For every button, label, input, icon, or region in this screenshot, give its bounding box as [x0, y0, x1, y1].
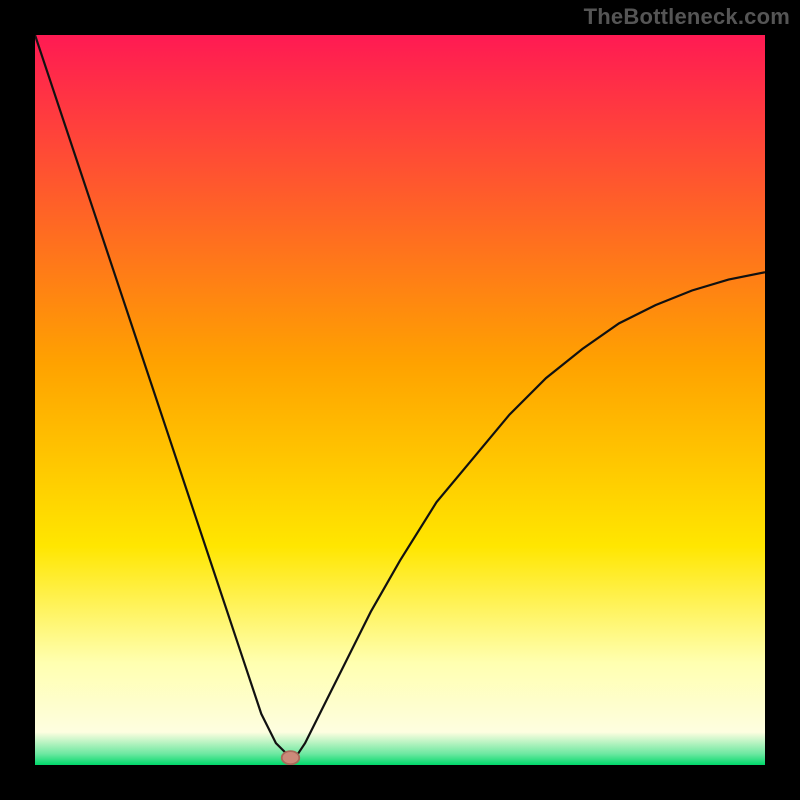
minimum-marker: [282, 751, 300, 764]
plot-area: [35, 35, 765, 765]
gradient-background: [35, 35, 765, 765]
chart-frame: TheBottleneck.com: [0, 0, 800, 800]
bottleneck-chart: [35, 35, 765, 765]
watermark-text: TheBottleneck.com: [584, 4, 790, 30]
